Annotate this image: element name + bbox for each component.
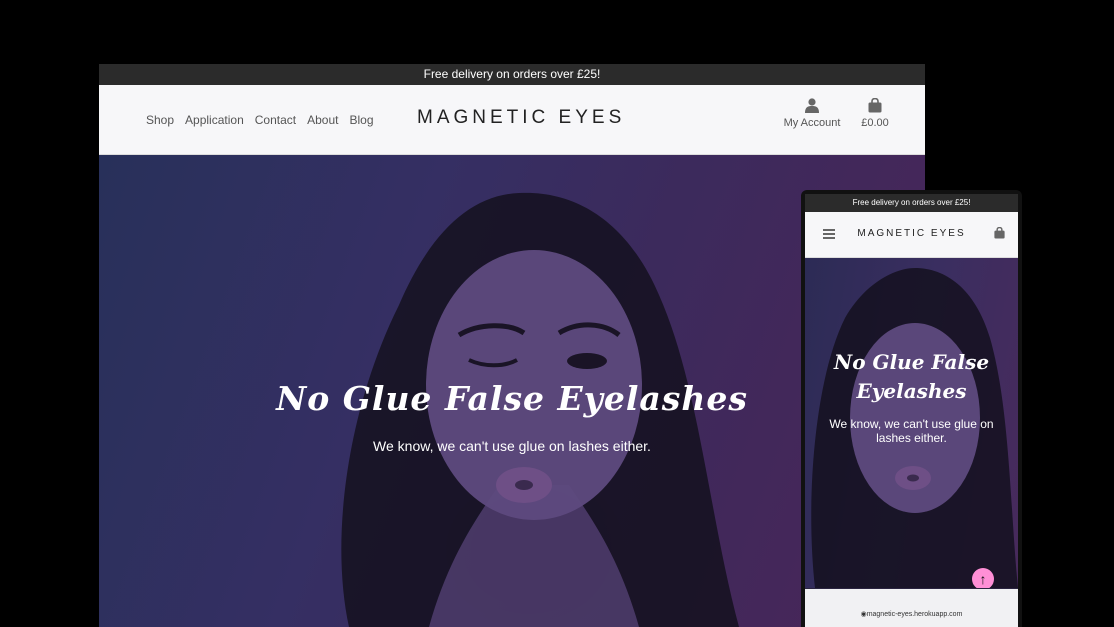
nav-about[interactable]: About: [307, 113, 338, 127]
mobile-screen: Free delivery on orders over £25! MAGNET…: [805, 194, 1018, 627]
user-icon: [805, 98, 819, 113]
bag-total: £0.00: [861, 117, 889, 129]
arrow-up-icon: ↑: [979, 571, 987, 587]
nav-application[interactable]: Application: [185, 113, 244, 127]
mobile-promo-banner: Free delivery on orders over £25!: [805, 194, 1018, 212]
site-logo[interactable]: MAGNETIC EYES: [417, 107, 625, 129]
nav-blog[interactable]: Blog: [349, 113, 373, 127]
mobile-header: MAGNETIC EYES: [805, 212, 1018, 258]
mobile-site-logo[interactable]: MAGNETIC EYES: [805, 228, 1018, 239]
shopping-bag-icon[interactable]: [994, 227, 1005, 239]
my-account-label: My Account: [783, 117, 841, 129]
mobile-hero-title-line2: Eyelashes: [856, 379, 967, 403]
main-nav: Shop Application Contact About Blog: [146, 85, 374, 154]
mobile-hero-banner: No Glue False Eyelashes We know, we can'…: [805, 258, 1018, 588]
nav-shop[interactable]: Shop: [146, 113, 174, 127]
mobile-mockup: Free delivery on orders over £25! MAGNET…: [801, 190, 1022, 627]
shopping-bag-icon: [868, 98, 882, 113]
promo-banner: Free delivery on orders over £25!: [99, 64, 925, 85]
browser-url-text: magnetic-eyes.herokuapp.com: [866, 611, 963, 618]
mobile-hero-title-line1: No Glue False: [833, 350, 990, 374]
browser-url-bar: [805, 589, 1018, 627]
browser-url[interactable]: ◉magnetic-eyes.herokuapp.com: [805, 610, 1018, 618]
site-header: Shop Application Contact About Blog MAGN…: [99, 85, 925, 155]
shopping-bag-link[interactable]: £0.00: [857, 98, 893, 129]
mobile-hero-subtitle: We know, we can't use glue on lashes eit…: [829, 417, 994, 445]
mobile-hero-title: No Glue False Eyelashes: [805, 348, 1018, 406]
back-to-top-button[interactable]: ↑: [972, 568, 994, 588]
my-account-link[interactable]: My Account: [779, 98, 845, 129]
nav-contact[interactable]: Contact: [255, 113, 296, 127]
